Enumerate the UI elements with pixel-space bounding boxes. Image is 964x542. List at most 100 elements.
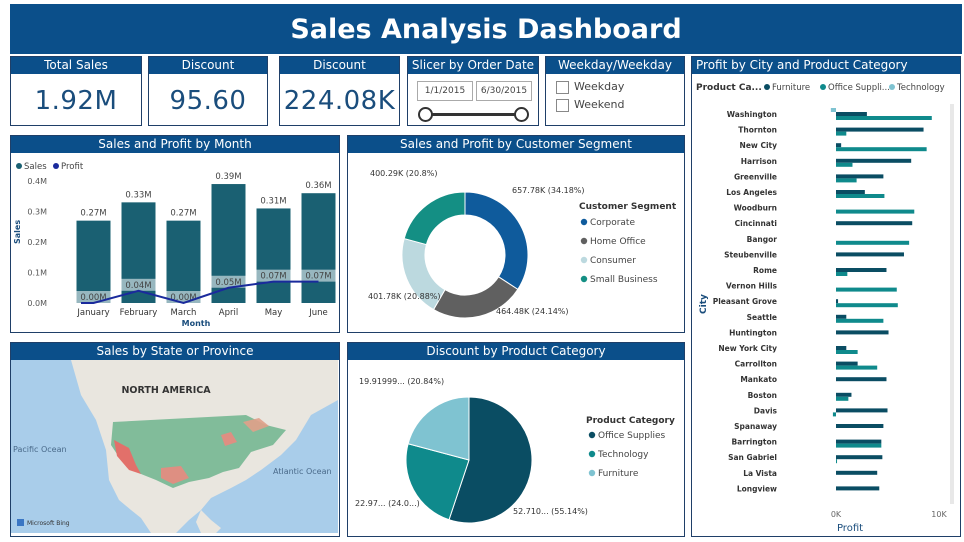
weekday-checkbox[interactable]: [556, 81, 569, 94]
city-chart-panel[interactable]: Profit by City and Product Category Prod…: [691, 56, 961, 537]
city-bar[interactable]: [836, 194, 885, 198]
city-bar[interactable]: [836, 318, 884, 323]
city-bar[interactable]: [836, 486, 880, 491]
chart-title: Sales by State or Province: [11, 343, 339, 360]
legend-profit-marker: [53, 163, 59, 169]
city-label: Bangor: [747, 235, 778, 244]
date-slider-start-handle[interactable]: [418, 107, 433, 122]
city-bar[interactable]: [836, 178, 857, 183]
city-bar[interactable]: [836, 252, 904, 257]
city-bar[interactable]: [836, 361, 858, 366]
city-bar[interactable]: [832, 412, 836, 417]
sales-bar[interactable]: [166, 220, 201, 303]
legend-marker: [588, 469, 596, 477]
city-bar[interactable]: [836, 408, 888, 413]
end-date-input[interactable]: 6/30/2015: [476, 81, 532, 101]
city-bar[interactable]: [836, 174, 884, 179]
city-bar[interactable]: [836, 443, 882, 448]
legend-label: Furniture: [772, 83, 810, 93]
weekday-slicer[interactable]: Weekday/Weekday Weekday Weekend: [545, 56, 685, 126]
legend-profit-label: Profit: [61, 162, 84, 172]
city-bar[interactable]: [836, 162, 853, 167]
city-bar[interactable]: [836, 439, 882, 444]
y-tick-label: 0.4M: [27, 177, 47, 186]
city-bar[interactable]: [836, 158, 912, 163]
legend-sales-label: Sales: [24, 162, 47, 172]
city-label: Boston: [748, 391, 777, 400]
legend-label: Home Office: [590, 237, 646, 247]
city-bar[interactable]: [836, 190, 865, 194]
discount-chart-panel[interactable]: Discount by Product Category Product Cat…: [347, 342, 685, 537]
city-bar[interactable]: [836, 346, 847, 350]
city-bar[interactable]: [836, 350, 858, 354]
month-chart: Sales Profit Sales Month 0.4M 0.3M 0.2M 0.1…: [13, 162, 336, 328]
legend-label: Furniture: [598, 469, 639, 479]
pie-slice[interactable]: [464, 191, 529, 291]
sales-data-label: 0.33M: [125, 190, 151, 200]
city-bar[interactable]: [836, 299, 839, 304]
pie-slice[interactable]: [403, 191, 466, 246]
city-bar[interactable]: [836, 424, 884, 428]
city-bar[interactable]: [830, 108, 836, 112]
sales-bar[interactable]: [256, 208, 291, 303]
legend-marker: [580, 237, 588, 245]
city-bar[interactable]: [836, 365, 878, 370]
kpi-total-sales-card[interactable]: Total Sales 1.92M: [10, 56, 142, 126]
city-bar[interactable]: [836, 147, 927, 152]
city-bar[interactable]: [836, 459, 838, 464]
legend-marker: [588, 450, 596, 458]
city-bar[interactable]: [836, 314, 847, 319]
city-bar[interactable]: [836, 209, 915, 214]
date-slider-track[interactable]: [424, 113, 524, 116]
dashboard-title: Sales Analysis Dashboard: [10, 4, 962, 54]
city-label: Carrollton: [735, 360, 777, 369]
sales-map[interactable]: NORTH AMERICA Pacific Ocean Atlantic Oce…: [11, 360, 338, 533]
city-bar[interactable]: [836, 272, 848, 276]
city-label: New York City: [718, 344, 777, 353]
x-axis-title: Month: [182, 319, 211, 328]
date-slider-end-handle[interactable]: [514, 107, 529, 122]
segment-donut-chart: Customer Segment Corporate Home Office Con…: [368, 169, 677, 319]
kpi-discount-total-card[interactable]: Discount 224.08K: [279, 56, 400, 126]
legend-marker: [889, 84, 895, 90]
legend-label: Corporate: [590, 218, 635, 228]
city-bar[interactable]: [836, 143, 842, 148]
city-bar[interactable]: [836, 287, 897, 292]
legend-title: Product Category: [586, 416, 675, 426]
month-chart-panel[interactable]: Sales and Profit by Month Sales Profit S…: [10, 135, 340, 333]
city-bar[interactable]: [836, 396, 849, 401]
x-tick-label: 10K: [931, 510, 947, 519]
date-slicer[interactable]: Slicer by Order Date 1/1/2015 6/30/2015: [407, 56, 539, 126]
city-bar[interactable]: [836, 392, 852, 397]
city-bar[interactable]: [836, 377, 887, 382]
kpi-title: Total Sales: [11, 57, 141, 74]
city-label: Greenville: [734, 172, 777, 181]
city-bar[interactable]: [836, 303, 898, 308]
map-panel[interactable]: Sales by State or Province NORTH AMERICA…: [10, 342, 340, 537]
sales-data-label: 0.39M: [215, 172, 241, 182]
profit-data-label: 0.04M: [125, 281, 151, 291]
city-bar[interactable]: [836, 330, 889, 335]
city-bar[interactable]: [836, 131, 847, 136]
city-bar[interactable]: [836, 470, 878, 475]
y-axis-title: Sales: [13, 220, 22, 244]
start-date-input[interactable]: 1/1/2015: [417, 81, 473, 101]
segment-chart-panel[interactable]: Sales and Profit by Customer Segment Cus…: [347, 135, 685, 333]
legend-marker: [588, 431, 596, 439]
city-bar[interactable]: [836, 127, 924, 132]
city-bar[interactable]: [836, 112, 867, 116]
city-bar[interactable]: [836, 268, 887, 272]
city-bar-chart: Product Ca... Furniture Office Suppli... T…: [696, 83, 954, 534]
city-bar[interactable]: [836, 240, 910, 245]
city-bar[interactable]: [836, 455, 883, 460]
city-bar[interactable]: [836, 221, 913, 226]
sales-bar[interactable]: [301, 193, 336, 303]
city-scrollbar[interactable]: [950, 104, 954, 504]
x-tick-label: June: [308, 308, 328, 318]
legend-label: Technology: [896, 83, 945, 93]
city-bar[interactable]: [836, 116, 932, 120]
kpi-discount-avg-card[interactable]: Discount 95.60: [148, 56, 268, 126]
x-tick-label: May: [265, 308, 283, 318]
weekend-checkbox[interactable]: [556, 99, 569, 112]
sales-bar[interactable]: [76, 220, 111, 303]
